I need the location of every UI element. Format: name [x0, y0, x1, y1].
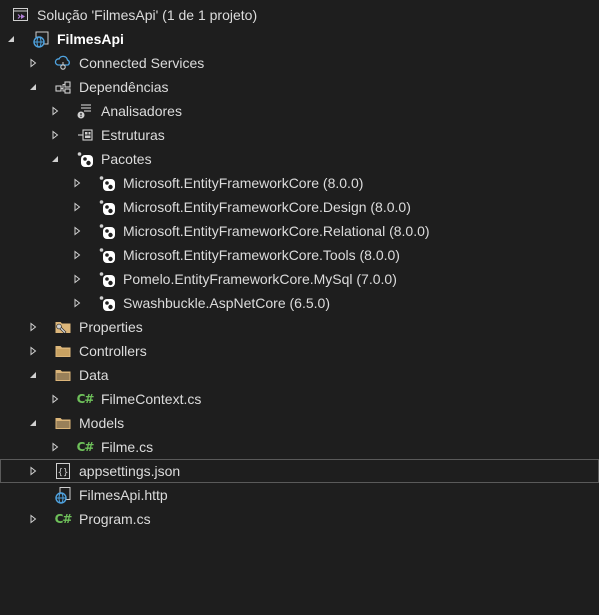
collapsed-chevron-icon[interactable]	[47, 439, 63, 455]
collapsed-chevron-icon[interactable]	[25, 511, 41, 527]
pacotes-label: Pacotes	[101, 151, 152, 167]
tree-row-filmecontext[interactable]: C# FilmeContext.cs	[0, 387, 599, 411]
nuget-package-icon	[97, 269, 117, 289]
collapsed-chevron-icon[interactable]	[69, 271, 85, 287]
filmecontext-label: FilmeContext.cs	[101, 391, 202, 407]
json-icon-braces: {}	[58, 468, 69, 478]
package-label: Swashbuckle.AspNetCore (6.5.0)	[123, 295, 330, 311]
data-folder-label: Data	[79, 367, 109, 383]
nuget-package-icon	[97, 173, 117, 193]
tree-row-program[interactable]: C# Program.cs	[0, 507, 599, 531]
tree-row-models[interactable]: Models	[0, 411, 599, 435]
package-item[interactable]: Pomelo.EntityFrameworkCore.MySql (7.0.0)	[0, 267, 599, 291]
connected-services-icon	[53, 53, 73, 73]
tree-row-solution[interactable]: Solução 'FilmesApi' (1 de 1 projeto)	[0, 3, 599, 27]
project-label: FilmesApi	[57, 31, 124, 47]
collapsed-chevron-icon[interactable]	[69, 175, 85, 191]
package-item[interactable]: Microsoft.EntityFrameworkCore.Relational…	[0, 219, 599, 243]
solution-icon	[11, 5, 31, 25]
folder-icon	[53, 341, 73, 361]
expanded-chevron-icon[interactable]	[3, 31, 19, 47]
web-project-icon	[31, 29, 51, 49]
tree-row-connected-services[interactable]: Connected Services	[0, 51, 599, 75]
dependencias-label: Dependências	[79, 79, 169, 95]
dependencies-icon	[53, 77, 73, 97]
csharp-file-icon: C#	[54, 512, 73, 526]
appsettings-label: appsettings.json	[79, 463, 181, 479]
models-label: Models	[79, 415, 125, 431]
tree-row-appsettings[interactable]: {} appsettings.json	[0, 459, 599, 483]
tree-row-data[interactable]: Data	[0, 363, 599, 387]
folder-open-icon	[53, 413, 73, 433]
tree-row-estruturas[interactable]: Estruturas	[0, 123, 599, 147]
tree-row-project[interactable]: FilmesApi	[0, 27, 599, 51]
collapsed-chevron-icon[interactable]	[47, 127, 63, 143]
properties-folder-icon	[53, 317, 73, 337]
package-label: Microsoft.EntityFrameworkCore.Design (8.…	[123, 199, 411, 215]
nuget-package-icon	[97, 197, 117, 217]
expanded-chevron-icon[interactable]	[25, 79, 41, 95]
estruturas-label: Estruturas	[101, 127, 165, 143]
csharp-file-icon: C#	[76, 392, 95, 406]
collapsed-chevron-icon[interactable]	[25, 319, 41, 335]
nuget-package-icon	[75, 149, 95, 169]
expanded-chevron-icon[interactable]	[25, 367, 41, 383]
connected-services-label: Connected Services	[79, 55, 205, 71]
tree-row-pacotes[interactable]: Pacotes	[0, 147, 599, 171]
collapsed-chevron-icon[interactable]	[69, 247, 85, 263]
controllers-label: Controllers	[79, 343, 147, 359]
collapsed-chevron-icon[interactable]	[25, 55, 41, 71]
nuget-package-icon	[97, 245, 117, 265]
collapsed-chevron-icon[interactable]	[47, 391, 63, 407]
package-label: Pomelo.EntityFrameworkCore.MySql (7.0.0)	[123, 271, 397, 287]
expanded-chevron-icon[interactable]	[25, 415, 41, 431]
nuget-package-icon	[97, 221, 117, 241]
package-item[interactable]: Swashbuckle.AspNetCore (6.5.0)	[0, 291, 599, 315]
tree-row-controllers[interactable]: Controllers	[0, 339, 599, 363]
collapsed-chevron-icon[interactable]	[69, 295, 85, 311]
package-label: Microsoft.EntityFrameworkCore.Tools (8.0…	[123, 247, 400, 263]
package-label: Microsoft.EntityFrameworkCore.Relational…	[123, 223, 430, 239]
collapsed-chevron-icon[interactable]	[69, 223, 85, 239]
properties-label: Properties	[79, 319, 143, 335]
collapsed-chevron-icon[interactable]	[47, 103, 63, 119]
csharp-file-icon: C#	[76, 440, 95, 454]
tree-row-dependencias[interactable]: Dependências	[0, 75, 599, 99]
http-file-label: FilmesApi.http	[79, 487, 168, 503]
package-label: Microsoft.EntityFrameworkCore (8.0.0)	[123, 175, 364, 191]
solution-label: Solução 'FilmesApi' (1 de 1 projeto)	[37, 7, 258, 23]
expanded-chevron-icon[interactable]	[47, 151, 63, 167]
solution-explorer-tree: Solução 'FilmesApi' (1 de 1 projeto) Fil…	[0, 0, 599, 615]
frameworks-icon	[75, 125, 95, 145]
collapsed-chevron-icon[interactable]	[69, 199, 85, 215]
nuget-package-icon	[97, 293, 117, 313]
tree-row-properties[interactable]: Properties	[0, 315, 599, 339]
package-item[interactable]: Microsoft.EntityFrameworkCore.Tools (8.0…	[0, 243, 599, 267]
collapsed-chevron-icon[interactable]	[25, 463, 41, 479]
tree-row-filme[interactable]: C# Filme.cs	[0, 435, 599, 459]
program-label: Program.cs	[79, 511, 151, 527]
analisadores-label: Analisadores	[101, 103, 182, 119]
package-item[interactable]: Microsoft.EntityFrameworkCore.Design (8.…	[0, 195, 599, 219]
http-file-icon	[53, 485, 73, 505]
analyzers-icon	[75, 101, 95, 121]
tree-row-http-file[interactable]: FilmesApi.http	[0, 483, 599, 507]
filme-label: Filme.cs	[101, 439, 154, 455]
folder-open-icon	[53, 365, 73, 385]
package-item[interactable]: Microsoft.EntityFrameworkCore (8.0.0)	[0, 171, 599, 195]
collapsed-chevron-icon[interactable]	[25, 343, 41, 359]
tree-row-analisadores[interactable]: Analisadores	[0, 99, 599, 123]
json-file-icon: {}	[53, 461, 73, 481]
